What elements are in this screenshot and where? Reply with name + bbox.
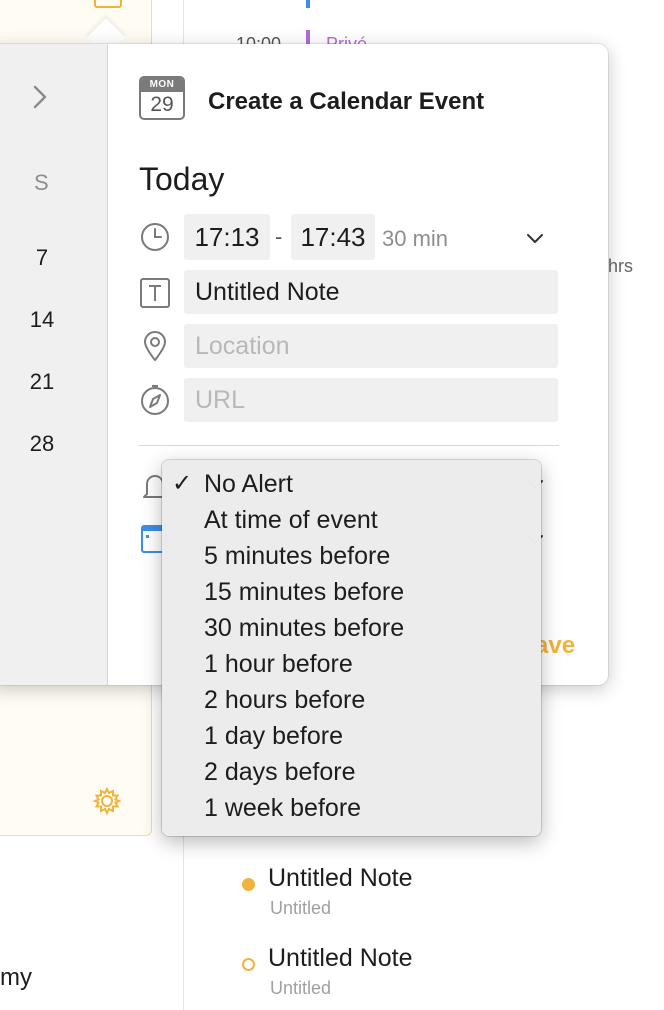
chevron-right-icon [33, 85, 47, 109]
form-divider [139, 445, 559, 446]
calendar-icon: MON 29 [139, 76, 185, 120]
calendar-date[interactable]: 7 [22, 245, 62, 271]
popover-title: Create a Calendar Event [208, 88, 485, 115]
checkmark-icon: ✓ [172, 470, 193, 497]
menu-item-1-day[interactable]: 1 day before [162, 718, 541, 754]
sidebar-text-fragment: my [0, 964, 32, 991]
event-color-bar [306, 0, 310, 8]
menu-item-2-hours[interactable]: 2 hours before [162, 682, 541, 718]
end-time-field[interactable]: 17:43 [291, 214, 375, 260]
clock-icon [141, 223, 169, 251]
time-separator: - [275, 224, 283, 249]
note-status-dot [242, 878, 255, 891]
url-input[interactable]: URL [184, 378, 558, 422]
timeline-duration-fragment: hrs [608, 256, 634, 276]
menu-item-2-days[interactable]: 2 days before [162, 754, 541, 790]
location-input[interactable]: Location [184, 324, 558, 368]
location-pin-icon [143, 331, 167, 362]
calendar-toolbar-icon[interactable] [94, 0, 122, 8]
text-title-icon [140, 278, 170, 308]
menu-item-5-minutes[interactable]: 5 minutes before [162, 538, 541, 574]
settings-gear-icon[interactable] [92, 786, 122, 816]
calendar-icon-day: 29 [150, 93, 174, 116]
menu-item-label: 2 hours before [204, 686, 366, 714]
note-title: Untitled Note [268, 944, 413, 972]
note-title: Untitled Note [268, 864, 413, 892]
menu-item-no-alert[interactable]: ✓ No Alert [162, 466, 541, 502]
mini-calendar: S 7 14 21 28 [0, 44, 108, 685]
event-date-label[interactable]: Today [139, 161, 224, 198]
note-title-field[interactable]: Untitled Note [184, 270, 558, 314]
calendar-date[interactable]: 21 [22, 369, 62, 395]
menu-item-label: No Alert [204, 470, 293, 498]
duration-label: 30 min [382, 226, 449, 251]
calendar-icon-month: MON [141, 78, 183, 92]
menu-item-1-week[interactable]: 1 week before [162, 790, 541, 826]
note-subtitle: Untitled [270, 898, 332, 918]
menu-item-label: 1 week before [204, 794, 362, 822]
alert-options-menu: ✓ No Alert At time of event 5 minutes be… [162, 460, 541, 836]
menu-item-label: 15 minutes before [204, 578, 405, 606]
menu-item-label: At time of event [204, 506, 378, 534]
chevron-down-icon[interactable] [525, 232, 545, 246]
menu-item-label: 1 day before [204, 722, 343, 750]
compass-icon [141, 385, 169, 415]
menu-item-label: 2 days before [204, 758, 356, 786]
menu-item-15-minutes[interactable]: 15 minutes before [162, 574, 541, 610]
next-month-button[interactable] [32, 84, 48, 110]
calendar-date[interactable]: 28 [22, 431, 62, 457]
weekday-header: S [34, 170, 49, 195]
menu-item-label: 30 minutes before [204, 614, 405, 642]
calendar-date[interactable]: 14 [22, 307, 62, 333]
menu-item-label: 1 hour before [204, 650, 353, 678]
start-time-field[interactable]: 17:13 [184, 214, 270, 260]
menu-item-30-minutes[interactable]: 30 minutes before [162, 610, 541, 646]
menu-item-at-time[interactable]: At time of event [162, 502, 541, 538]
menu-item-label: 5 minutes before [204, 542, 391, 570]
note-status-dot [242, 958, 255, 971]
menu-item-1-hour[interactable]: 1 hour before [162, 646, 541, 682]
note-subtitle: Untitled [270, 978, 332, 998]
